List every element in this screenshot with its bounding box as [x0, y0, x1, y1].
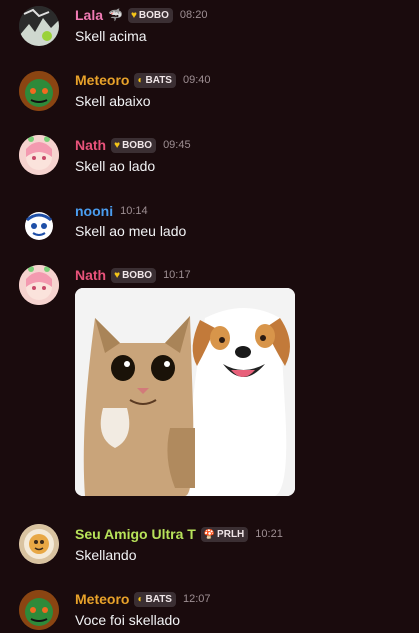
timestamp: 12:07	[182, 593, 211, 605]
moon-icon: ◐	[137, 593, 144, 605]
avatar[interactable]	[19, 6, 59, 46]
role-badge[interactable]: ◐ BATS	[134, 591, 176, 607]
message-text: Skell abaixo	[75, 93, 151, 109]
timestamp: 10:17	[163, 269, 191, 281]
heart-icon: ♥	[114, 269, 121, 281]
avatar[interactable]	[19, 135, 59, 175]
message-text: Skellando	[75, 547, 137, 563]
author-name[interactable]: Nath	[75, 137, 106, 153]
moon-icon: ◐	[137, 74, 144, 86]
heart-icon: ♥	[130, 9, 137, 21]
mushroom-icon: 🍄	[203, 528, 216, 539]
avatar[interactable]	[19, 524, 59, 564]
avatar[interactable]	[19, 206, 59, 246]
author-name[interactable]: nooni	[75, 203, 113, 219]
badge-label: PRLH	[217, 528, 245, 540]
timestamp: 09:40	[182, 74, 211, 86]
role-badge[interactable]: ♥ BOBO	[127, 7, 173, 23]
role-badge[interactable]: ♥ BOBO	[111, 137, 157, 153]
badge-label: BOBO	[138, 9, 169, 21]
message-text: Skell acima	[75, 28, 147, 44]
timestamp: 10:14	[120, 205, 148, 217]
avatar[interactable]	[19, 71, 59, 111]
avatar[interactable]	[19, 265, 59, 305]
role-badge[interactable]: 🍄 PRLH	[200, 526, 249, 542]
timestamp: 10:21	[255, 528, 283, 540]
timestamp: 08:20	[179, 9, 208, 21]
avatar[interactable]	[19, 590, 59, 630]
message-text: Voce foi skellado	[75, 612, 181, 628]
author-name[interactable]: Lala	[75, 7, 103, 23]
author-name[interactable]: Nath	[75, 267, 106, 283]
badge-label: BATS	[145, 74, 172, 86]
heart-icon: ♥	[114, 139, 121, 151]
timestamp: 09:45	[163, 139, 191, 151]
message-text: Skell ao lado	[75, 158, 156, 174]
role-badge[interactable]: ♥ BOBO	[111, 267, 157, 283]
role-badge[interactable]: ◐ BATS	[134, 72, 176, 88]
author-name[interactable]: Seu Amigo Ultra T	[75, 526, 196, 542]
shark-icon: 🦈	[108, 8, 123, 22]
cat-and-dog-image[interactable]	[75, 288, 295, 496]
author-name[interactable]: Meteoro	[75, 72, 129, 88]
author-name[interactable]: Meteoro	[75, 591, 129, 607]
message-text: Skell ao meu lado	[75, 223, 187, 239]
badge-label: BOBO	[122, 139, 153, 151]
badge-label: BOBO	[122, 269, 153, 281]
badge-label: BATS	[145, 593, 172, 605]
